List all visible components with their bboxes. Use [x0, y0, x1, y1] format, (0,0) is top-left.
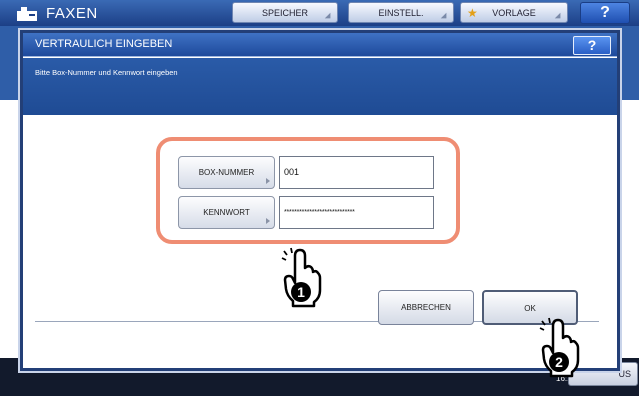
- step-number: 2: [555, 354, 563, 370]
- help-button[interactable]: ?: [580, 2, 630, 24]
- box-number-field[interactable]: 001: [279, 156, 434, 189]
- step-number: 1: [297, 284, 305, 300]
- star-icon: ★: [467, 6, 478, 20]
- dialog-help-button[interactable]: ?: [573, 36, 611, 55]
- dialog-header: VERTRAULICH EINGEBEN ?: [23, 33, 617, 57]
- tab-arrow-icon: [554, 12, 564, 22]
- password-label: KENNWORT: [203, 208, 250, 217]
- tab-vorlage[interactable]: ★ VORLAGE: [460, 2, 568, 23]
- app-title: FAXEN: [46, 5, 98, 22]
- hand-pointer-icon: 1: [281, 247, 322, 308]
- arrow-icon: [266, 218, 270, 224]
- cancel-button[interactable]: ABBRECHEN: [378, 290, 474, 325]
- password-field[interactable]: ****************************: [279, 196, 434, 229]
- tab-arrow-icon: [440, 12, 450, 22]
- tab-einstell[interactable]: EINSTELL.: [348, 2, 454, 23]
- box-number-label: BOX-NUMMER: [198, 168, 255, 177]
- tab-arrow-icon: [324, 12, 334, 22]
- password-button[interactable]: KENNWORT: [178, 196, 275, 229]
- hand-pointer-icon: 2: [539, 317, 580, 378]
- arrow-icon: [266, 178, 270, 184]
- tab-speicher[interactable]: SPEICHER: [232, 2, 338, 23]
- dialog-instruction-bar: Bitte Box-Nummer und Kennwort eingeben: [23, 58, 617, 115]
- tab-label: VORLAGE: [492, 8, 536, 18]
- dialog-instruction: Bitte Box-Nummer und Kennwort eingeben: [35, 68, 178, 77]
- dialog-title: VERTRAULICH EINGEBEN: [35, 38, 173, 50]
- tab-label: SPEICHER: [261, 8, 308, 18]
- box-number-button[interactable]: BOX-NUMMER: [178, 156, 275, 189]
- fax-icon: [17, 7, 37, 21]
- tab-label: EINSTELL.: [378, 8, 424, 18]
- top-toolbar: FAXEN SPEICHER EINSTELL. ★ VORLAGE ?: [0, 0, 639, 26]
